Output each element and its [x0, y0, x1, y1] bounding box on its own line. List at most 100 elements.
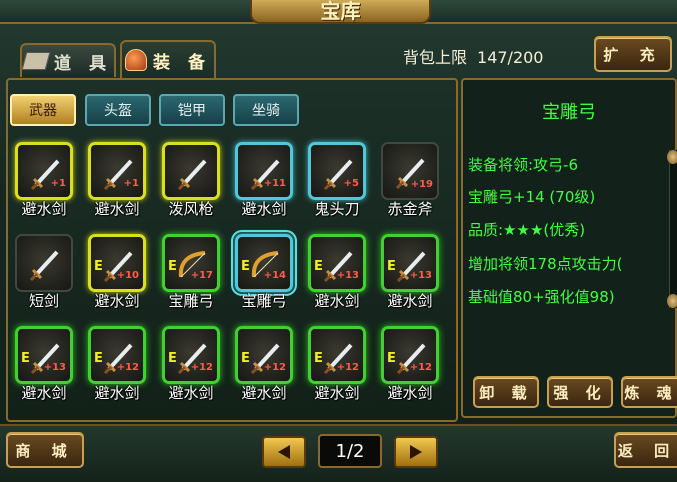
item-slot[interactable]: E +14 [231, 230, 297, 296]
title-bar: 宝库 [0, 0, 677, 24]
equipped-mark: E [387, 259, 396, 274]
detail-line: 增加将领178点攻击力( [468, 255, 623, 273]
item-slot[interactable]: E +13 [381, 234, 439, 292]
tab-equipment[interactable]: 装 备 [120, 40, 216, 78]
item-level: +12 [116, 362, 139, 373]
item-level: +12 [190, 362, 213, 373]
enhance-button[interactable]: 强 化 [547, 376, 613, 408]
item-name: 避水剑 [241, 384, 287, 402]
bag-capacity-value: 147/200 [477, 48, 544, 67]
shop-button[interactable]: 商 城 [6, 432, 84, 468]
item-slot[interactable]: E +12 [162, 326, 220, 384]
item-slot[interactable]: E +12 [88, 326, 146, 384]
equipped-mark: E [241, 351, 250, 366]
item-slot[interactable]: +11 [235, 142, 293, 200]
item-level: +13 [336, 270, 359, 281]
tab-items[interactable]: 道 具 [20, 43, 116, 77]
item-slot[interactable] [162, 142, 220, 200]
page-indicator: 1/2 [318, 434, 382, 468]
item-name: 宝雕弓 [168, 292, 214, 310]
detail-line: 基础值80+强化值98) [468, 288, 615, 306]
item-name: 避水剑 [387, 292, 433, 310]
item-name: 赤金斧 [387, 200, 433, 218]
item-name: 避水剑 [21, 200, 67, 218]
sword-icon [29, 250, 59, 282]
prev-page-button[interactable] [262, 436, 306, 468]
item-name: 避水剑 [168, 384, 214, 402]
item-level: +1 [123, 178, 139, 189]
back-button[interactable]: 返 回 [614, 432, 677, 468]
arrow-left-icon [278, 445, 290, 459]
equipped-mark: E [314, 351, 323, 366]
item-slot[interactable]: E +13 [15, 326, 73, 384]
item-level: +1 [50, 178, 66, 189]
category-mount[interactable]: 坐骑 [233, 94, 299, 126]
bag-capacity: 背包上限 147/200 [403, 44, 543, 68]
item-name: 宝雕弓 [241, 292, 287, 310]
detail-line: 宝雕弓+14 (70级) [468, 188, 596, 206]
item-slot[interactable]: E +12 [308, 326, 366, 384]
scroll-down-knob[interactable] [667, 294, 677, 308]
detail-scrollbar[interactable] [667, 150, 677, 308]
item-slot[interactable]: +1 [15, 142, 73, 200]
sword-icon [177, 159, 207, 191]
equipped-mark: E [168, 259, 177, 274]
item-level: +10 [116, 270, 139, 281]
item-name: 避水剑 [241, 200, 287, 218]
item-slot[interactable]: E +17 [162, 234, 220, 292]
item-name: 泼风枪 [168, 200, 214, 218]
item-name: 避水剑 [21, 384, 67, 402]
item-name: 避水剑 [314, 292, 360, 310]
item-level: +14 [263, 270, 286, 281]
item-slot[interactable]: +1 [88, 142, 146, 200]
detail-line: 装备将领:攻弓-6 [468, 156, 579, 174]
scroll-up-knob[interactable] [667, 150, 677, 164]
next-page-button[interactable] [394, 436, 438, 468]
equipped-mark: E [94, 259, 103, 274]
detail-line: 品质:★★★(优秀) [468, 221, 586, 239]
item-level: +13 [409, 270, 432, 281]
item-level: +12 [409, 362, 432, 373]
item-slot[interactable]: E +10 [88, 234, 146, 292]
item-level: +5 [343, 178, 359, 189]
item-name: 短剑 [28, 292, 59, 310]
window-title: 宝库 [320, 0, 361, 23]
item-slot[interactable]: E +12 [235, 326, 293, 384]
equipped-mark: E [21, 351, 30, 366]
equipped-mark: E [94, 351, 103, 366]
item-level: +12 [336, 362, 359, 373]
item-name: 避水剑 [94, 292, 140, 310]
item-name: 避水剑 [387, 384, 433, 402]
equipped-mark: E [314, 259, 323, 274]
item-name: 避水剑 [314, 384, 360, 402]
item-level: +11 [263, 178, 286, 189]
item-slot[interactable]: +19 [381, 142, 439, 200]
tab-items-label: 道 具 [54, 53, 112, 74]
title-plate: 宝库 [250, 0, 431, 24]
scroll-book-icon [21, 52, 51, 70]
item-slot[interactable]: E +12 [381, 326, 439, 384]
equipped-mark: E [168, 351, 177, 366]
item-level: +13 [43, 362, 66, 373]
equipped-mark: E [241, 259, 250, 274]
item-level: +19 [410, 179, 433, 190]
category-weapon[interactable]: 武器 [10, 94, 76, 126]
helmet-icon [125, 49, 148, 71]
arrow-right-icon [410, 445, 422, 459]
item-slot[interactable]: E +13 [308, 234, 366, 292]
unequip-button[interactable]: 卸 载 [473, 376, 539, 408]
item-slot[interactable] [15, 234, 73, 292]
item-name: 避水剑 [94, 200, 140, 218]
tab-equipment-label: 装 备 [153, 52, 211, 73]
item-slot[interactable]: +5 [308, 142, 366, 200]
equipped-mark: E [387, 351, 396, 366]
item-name: 避水剑 [94, 384, 140, 402]
item-level: +12 [263, 362, 286, 373]
item-level: +17 [190, 270, 213, 281]
category-helmet[interactable]: 头盔 [85, 94, 151, 126]
expand-button[interactable]: 扩 充 [594, 36, 672, 72]
refine-soul-button[interactable]: 炼 魂 [621, 376, 677, 408]
bag-capacity-label: 背包上限 [403, 48, 468, 67]
category-armor[interactable]: 铠甲 [159, 94, 225, 126]
detail-title: 宝雕弓 [542, 102, 596, 123]
